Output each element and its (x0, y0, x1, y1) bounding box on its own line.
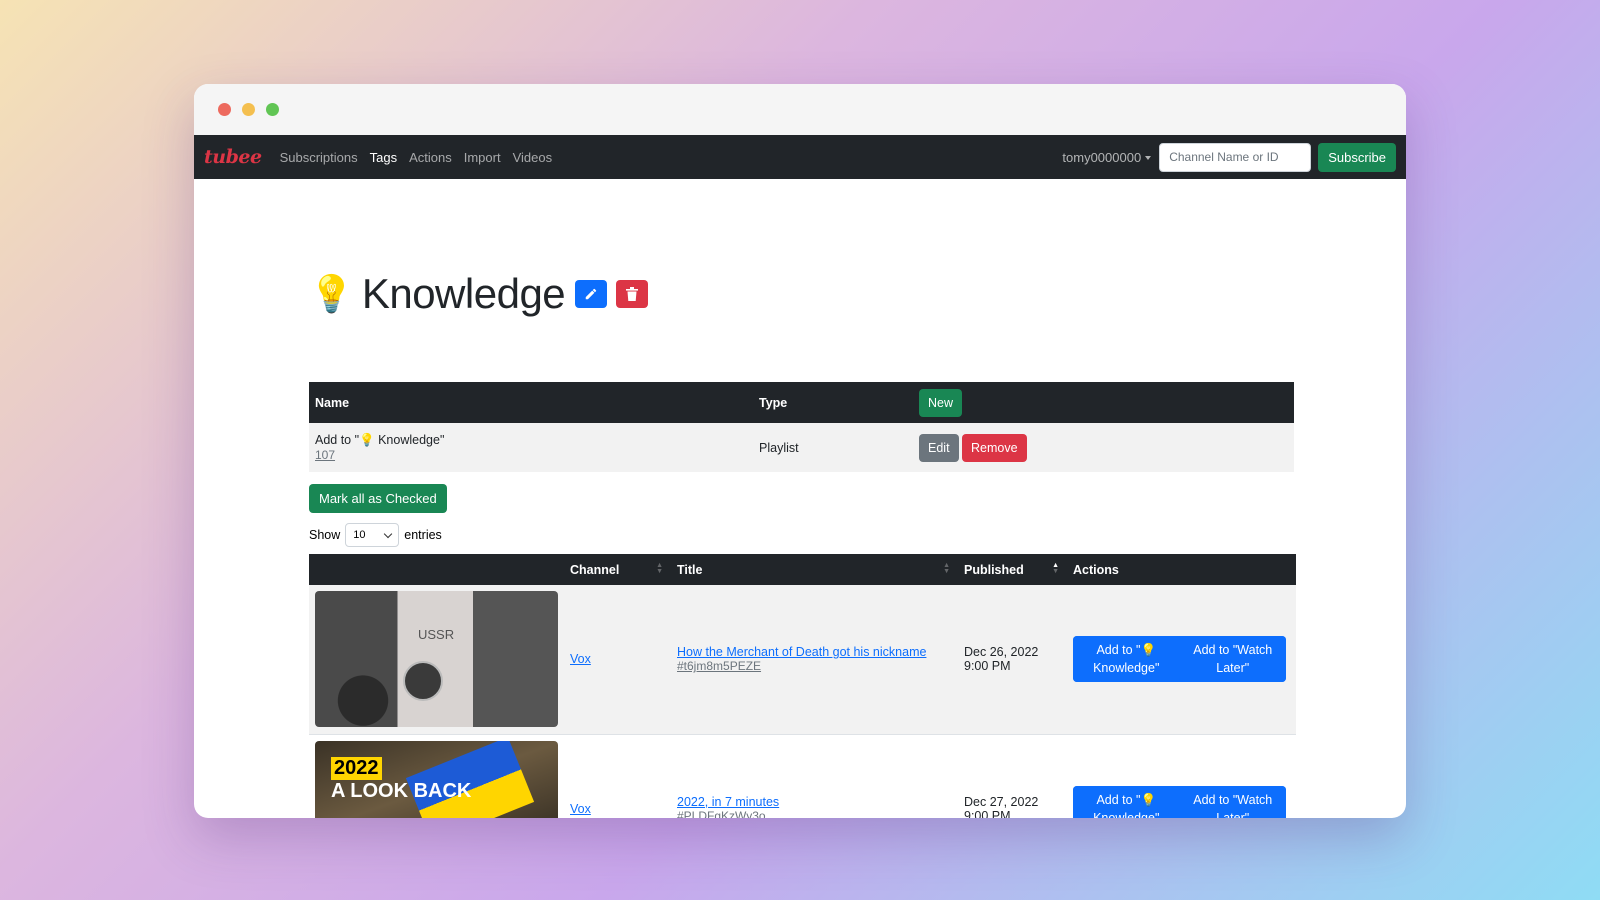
page-heading: 💡 Knowledge (309, 264, 1294, 324)
published-date: Dec 27, 2022 (964, 794, 1039, 809)
top-navbar: tubee Subscriptions Tags Actions Import … (194, 135, 1406, 179)
caret-down-icon (1145, 156, 1152, 161)
thumbnail-cell: 2022 A LOOK BACK (309, 734, 564, 818)
col-new: New (913, 382, 1294, 423)
title-cell: How the Merchant of Death got his nickna… (671, 585, 958, 734)
nav-actions[interactable]: Actions (409, 150, 452, 165)
add-to-knowledge-button[interactable]: Add to "💡 Knowledge" (1073, 636, 1180, 683)
actions-cell: Add to "💡 Knowledge" Add to "Watch Later… (1067, 585, 1296, 734)
table-row: USSR Vox How the Merchant of Death got h… (309, 585, 1296, 734)
entries-label: entries (404, 528, 442, 542)
col-thumbnail (309, 554, 564, 585)
published-cell: Dec 27, 2022 9:00 PM (958, 734, 1067, 819)
col-name: Name (315, 395, 350, 410)
published-cell: Dec 26, 2022 9:00 PM (958, 585, 1067, 734)
title-cell: 2022, in 7 minutes #PLDFgKzWy3o (671, 734, 958, 819)
thumbnail-text: 2022 (331, 756, 382, 780)
sort-asc-icon: ▲ ▼ (1052, 562, 1059, 575)
action-buttons-cell: Edit Remove (913, 423, 1294, 472)
edit-action-button[interactable]: Edit (919, 433, 959, 462)
table-row: Add to "💡 Knowledge" 107 Playlist Edit R… (309, 423, 1294, 472)
video-id-link[interactable]: #t6jm8m5PEZE (677, 659, 761, 673)
thumbnail-subtext: A LOOK BACK (331, 779, 472, 802)
browser-window: tubee Subscriptions Tags Actions Import … (194, 84, 1406, 818)
thumbnail-cell: USSR (309, 585, 564, 734)
published-date: Dec 26, 2022 (964, 645, 1039, 660)
channel-link[interactable]: Vox (570, 802, 591, 816)
window-titlebar (194, 84, 1406, 135)
actions-cell: Add to "💡 Knowledge" Add to "Watch Later… (1067, 734, 1296, 818)
channel-search-input[interactable] (1159, 142, 1312, 172)
user-name: tomy0000000 (1062, 149, 1142, 165)
col-published[interactable]: Published ▲ ▼ (958, 554, 1067, 585)
mark-all-checked-button[interactable]: Mark all as Checked (309, 484, 447, 513)
action-button-group: Add to "💡 Knowledge" Add to "Watch Later… (1073, 636, 1286, 683)
col-actions: Actions (1073, 562, 1119, 577)
sort-icon: ▲ ▼ (656, 562, 663, 575)
close-window-icon[interactable] (218, 103, 231, 116)
lightbulb-icon: 💡 (309, 273, 354, 314)
trash-icon (626, 287, 639, 301)
portrait-circle (403, 661, 443, 702)
action-type: Playlist (759, 440, 799, 455)
video-id-link[interactable]: #PLDFgKzWy3o (677, 809, 766, 819)
video-thumbnail[interactable]: 2022 A LOOK BACK (315, 740, 558, 818)
chevron-down-icon (384, 529, 393, 538)
entries-select[interactable]: 10 (345, 523, 400, 547)
add-to-watch-later-button[interactable]: Add to "Watch Later" (1179, 636, 1286, 683)
col-channel[interactable]: Channel ▲ ▼ (564, 554, 671, 585)
edit-icon (585, 288, 597, 300)
published-time: 9:00 PM (964, 659, 1011, 674)
maximize-window-icon[interactable] (266, 103, 279, 116)
action-name: Add to "💡 Knowledge" (315, 433, 445, 447)
action-count-link[interactable]: 107 (315, 448, 335, 462)
table-row: 2022 A LOOK BACK Vox 2022, in 7 minutes … (309, 734, 1296, 818)
entries-selector: Show 10 entries (309, 523, 1294, 547)
tag-table-header: Name Type New (309, 382, 1294, 423)
page-title: Knowledge (361, 270, 566, 317)
user-menu[interactable]: tomy0000000 (1062, 149, 1152, 165)
action-name-cell: Add to "💡 Knowledge" 107 (309, 423, 753, 472)
new-action-button[interactable]: New (919, 388, 963, 417)
videos-table-header: Channel ▲ ▼ Title ▲ ▼ Published ▲ ▼ Actions (309, 554, 1296, 585)
remove-action-button[interactable]: Remove (962, 433, 1027, 462)
nav-subscriptions[interactable]: Subscriptions (280, 150, 358, 165)
subscribe-button[interactable]: Subscribe (1318, 142, 1396, 172)
col-type: Type (759, 395, 788, 410)
tag-actions-table: Name Type New Add to "💡 Knowledge" 107 P… (309, 382, 1294, 472)
nav-import[interactable]: Import (464, 150, 501, 165)
videos-table: Channel ▲ ▼ Title ▲ ▼ Published ▲ ▼ Actions US… (309, 554, 1296, 818)
show-label: Show (309, 528, 341, 542)
channel-cell: Vox (564, 734, 671, 818)
brand-logo[interactable]: tubee (204, 146, 262, 168)
nav-videos[interactable]: Videos (513, 150, 553, 165)
video-thumbnail[interactable]: USSR (315, 591, 558, 728)
minimize-window-icon[interactable] (242, 103, 255, 116)
delete-tag-button[interactable] (616, 280, 649, 308)
add-to-watch-later-button[interactable]: Add to "Watch Later" (1179, 785, 1286, 818)
published-time: 9:00 PM (964, 808, 1011, 819)
channel-link[interactable]: Vox (570, 652, 591, 666)
portrait-silhouette (315, 661, 395, 728)
sort-icon: ▲ ▼ (943, 562, 950, 575)
video-title-link[interactable]: 2022, in 7 minutes (677, 795, 779, 809)
edit-tag-button[interactable] (575, 280, 608, 308)
thumbnail-text: USSR (418, 627, 455, 643)
channel-cell: Vox (564, 585, 671, 734)
nav-tags[interactable]: Tags (370, 150, 397, 165)
add-to-knowledge-button[interactable]: Add to "💡 Knowledge" (1073, 785, 1180, 818)
action-button-group: Add to "💡 Knowledge" Add to "Watch Later… (1073, 785, 1286, 818)
video-title-link[interactable]: How the Merchant of Death got his nickna… (677, 645, 926, 659)
col-title[interactable]: Title ▲ ▼ (671, 554, 958, 585)
entries-value: 10 (353, 529, 366, 541)
main-content: 💡 Knowledge Name Type New Add to "� (309, 179, 1296, 818)
